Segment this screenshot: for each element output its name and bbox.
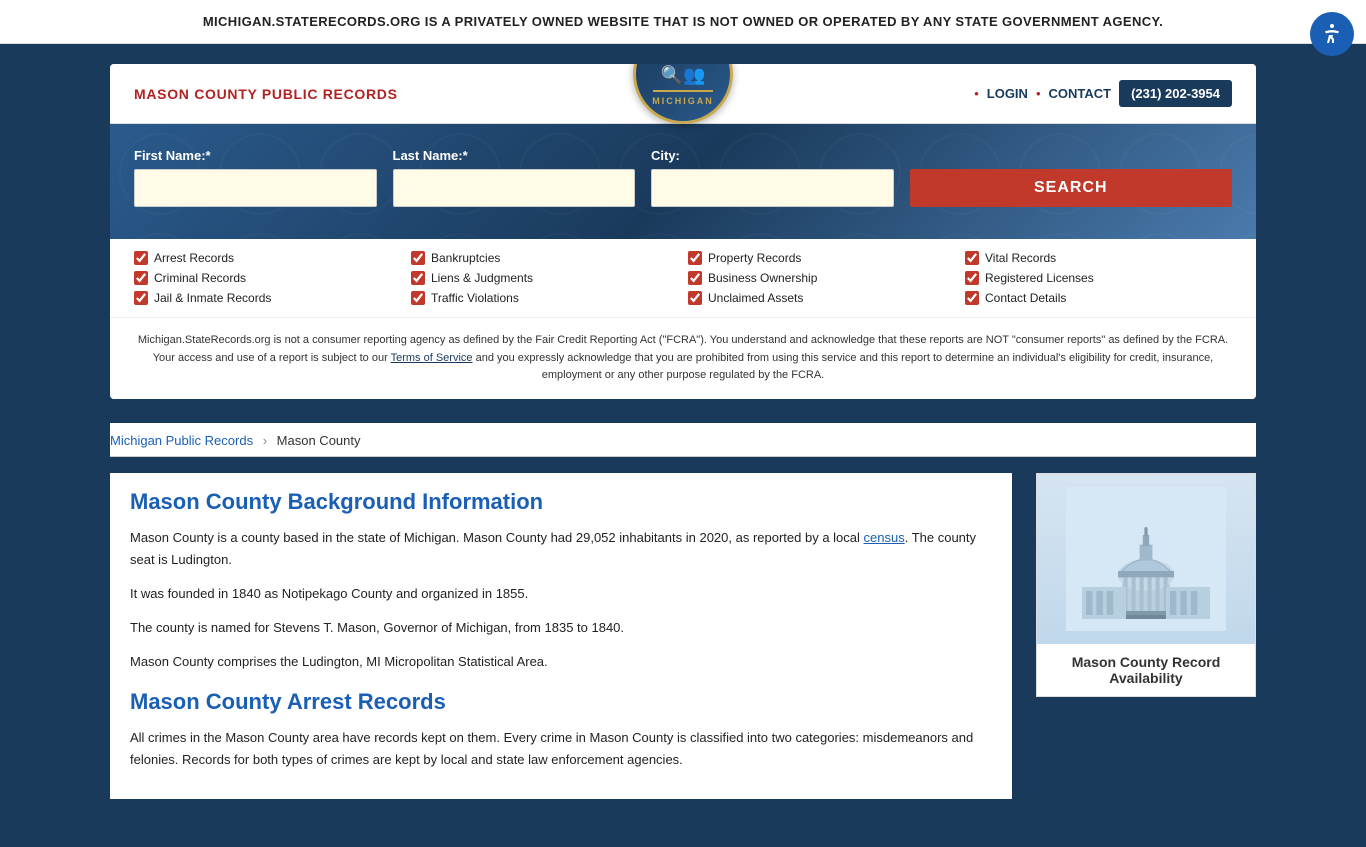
- first-name-field: First Name:*: [134, 148, 377, 207]
- arrest-para1: All crimes in the Mason County area have…: [130, 727, 992, 771]
- checkbox-jail-records-label: Jail & Inmate Records: [154, 291, 271, 305]
- phone-button[interactable]: (231) 202-3954: [1119, 80, 1232, 107]
- checkbox-registered-licenses-input[interactable]: [965, 271, 979, 285]
- site-logo: STATE RECORDS 🔍👥 MICHIGAN: [633, 64, 733, 124]
- checkbox-traffic-input[interactable]: [411, 291, 425, 305]
- logo-container: STATE RECORDS 🔍👥 MICHIGAN: [633, 64, 733, 124]
- banner-text: MICHIGAN.STATERECORDS.ORG IS A PRIVATELY…: [203, 14, 1163, 29]
- bg-para1-text1: Mason County is a county based in the st…: [130, 530, 864, 545]
- tos-link[interactable]: Terms of Service: [391, 352, 473, 364]
- breadcrumb-parent-link[interactable]: Michigan Public Records: [110, 433, 253, 448]
- main-content: Mason County Background Information Maso…: [110, 473, 1012, 808]
- checkbox-contact-input[interactable]: [965, 291, 979, 305]
- bg-para1: Mason County is a county based in the st…: [130, 527, 992, 571]
- checkbox-contact: Contact Details: [965, 291, 1232, 305]
- census-link[interactable]: census: [864, 530, 905, 545]
- checkbox-contact-label: Contact Details: [985, 291, 1066, 305]
- checkbox-jail-records-input[interactable]: [134, 291, 148, 305]
- last-name-input[interactable]: [393, 169, 636, 207]
- last-name-label: Last Name:*: [393, 148, 636, 163]
- building-image: [1037, 474, 1255, 644]
- checkbox-liens: Liens & Judgments: [411, 271, 678, 285]
- checkbox-vital-records-label: Vital Records: [985, 251, 1056, 265]
- checkbox-business-ownership-input[interactable]: [688, 271, 702, 285]
- first-name-label: First Name:*: [134, 148, 377, 163]
- checkbox-property-records-label: Property Records: [708, 251, 801, 265]
- checkbox-criminal-records-label: Criminal Records: [154, 271, 246, 285]
- divider: [110, 456, 1256, 457]
- search-form-area: First Name:* Last Name:* City: SEARCH: [110, 124, 1256, 239]
- card-header: MASON COUNTY PUBLIC RECORDS STATE RECORD…: [110, 64, 1256, 124]
- bg-para4: Mason County comprises the Ludington, MI…: [130, 651, 992, 673]
- breadcrumb: Michigan Public Records › Mason County: [110, 423, 1256, 456]
- checkbox-vital-records: Vital Records: [965, 251, 1232, 265]
- checkbox-bankruptcies: Bankruptcies: [411, 251, 678, 265]
- search-card: MASON COUNTY PUBLIC RECORDS STATE RECORD…: [110, 64, 1256, 399]
- sidebar: Mason County Record Availability: [1036, 473, 1256, 808]
- breadcrumb-separator: ›: [263, 433, 267, 448]
- checkboxes-area: Arrest Records Bankruptcies Property Rec…: [110, 239, 1256, 317]
- checkbox-property-records: Property Records: [688, 251, 955, 265]
- checkbox-criminal-records-input[interactable]: [134, 271, 148, 285]
- content-area: Mason County Background Information Maso…: [110, 473, 1256, 808]
- arrest-section-title: Mason County Arrest Records: [130, 689, 992, 715]
- logo-michigan: MICHIGAN: [652, 96, 714, 106]
- login-link[interactable]: LOGIN: [987, 86, 1028, 101]
- accessibility-button[interactable]: [1310, 12, 1354, 56]
- checkbox-bankruptcies-label: Bankruptcies: [431, 251, 500, 265]
- checkbox-liens-label: Liens & Judgments: [431, 271, 533, 285]
- checkbox-unclaimed-input[interactable]: [688, 291, 702, 305]
- checkbox-arrest-records-label: Arrest Records: [154, 251, 234, 265]
- checkbox-criminal-records: Criminal Records: [134, 271, 401, 285]
- checkbox-business-ownership: Business Ownership: [688, 271, 955, 285]
- bg-section-title: Mason County Background Information: [130, 489, 992, 515]
- checkbox-arrest-records-input[interactable]: [134, 251, 148, 265]
- capitol-building-icon: [1066, 484, 1226, 634]
- disclaimer-text2: and you expressly acknowledge that you a…: [473, 352, 1214, 382]
- form-row: First Name:* Last Name:* City: SEARCH: [134, 148, 1232, 207]
- checkbox-arrest-records: Arrest Records: [134, 251, 401, 265]
- first-name-input[interactable]: [134, 169, 377, 207]
- notice-banner: MICHIGAN.STATERECORDS.ORG IS A PRIVATELY…: [0, 0, 1366, 44]
- checkbox-liens-input[interactable]: [411, 271, 425, 285]
- checkbox-registered-licenses: Registered Licenses: [965, 271, 1232, 285]
- breadcrumb-current: Mason County: [277, 433, 361, 448]
- checkbox-traffic: Traffic Violations: [411, 291, 678, 305]
- logo-icons: 🔍👥: [661, 65, 706, 86]
- site-title: MASON COUNTY PUBLIC RECORDS: [134, 86, 398, 102]
- checkbox-traffic-label: Traffic Violations: [431, 291, 519, 305]
- checkbox-unclaimed: Unclaimed Assets: [688, 291, 955, 305]
- checkbox-unclaimed-label: Unclaimed Assets: [708, 291, 803, 305]
- accessibility-icon: [1320, 22, 1344, 46]
- bg-para3: The county is named for Stevens T. Mason…: [130, 617, 992, 639]
- checkbox-bankruptcies-input[interactable]: [411, 251, 425, 265]
- sidebar-box: Mason County Record Availability: [1036, 473, 1256, 697]
- search-button[interactable]: SEARCH: [910, 169, 1233, 207]
- checkbox-registered-licenses-label: Registered Licenses: [985, 271, 1094, 285]
- checkbox-business-ownership-label: Business Ownership: [708, 271, 817, 285]
- last-name-field: Last Name:*: [393, 148, 636, 207]
- header-nav: • LOGIN • CONTACT (231) 202-3954: [974, 80, 1232, 107]
- disclaimer-area: Michigan.StateRecords.org is not a consu…: [110, 317, 1256, 399]
- checkbox-property-records-input[interactable]: [688, 251, 702, 265]
- checkbox-jail-records: Jail & Inmate Records: [134, 291, 401, 305]
- contact-link[interactable]: CONTACT: [1049, 86, 1112, 101]
- background-section: Mason County Background Information Maso…: [110, 473, 1012, 800]
- bg-para2: It was founded in 1840 as Notipekago Cou…: [130, 583, 992, 605]
- city-label: City:: [651, 148, 894, 163]
- checkbox-vital-records-input[interactable]: [965, 251, 979, 265]
- sidebar-caption: Mason County Record Availability: [1037, 644, 1255, 696]
- city-field: City:: [651, 148, 894, 207]
- city-input[interactable]: [651, 169, 894, 207]
